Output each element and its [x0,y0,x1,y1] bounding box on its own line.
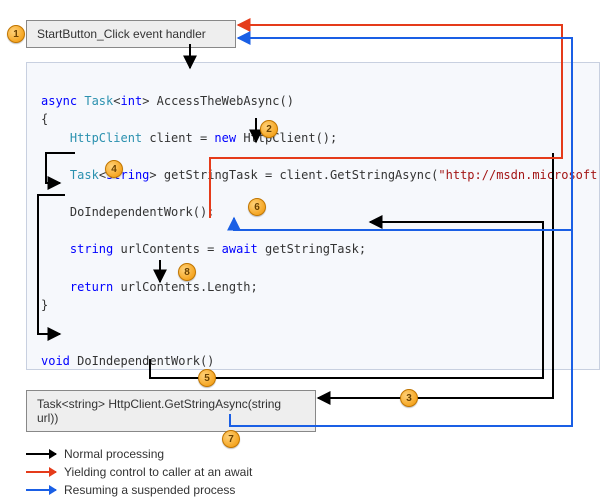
txt-doind: DoIndependentWork(); [70,205,215,219]
legend-normal-label: Normal processing [64,447,164,461]
str-url: "http://msdn.microsoft.com" [438,168,600,182]
legend-yield: Yielding control to caller at an await [26,465,252,479]
type-httpclient: HttpClient [70,131,142,145]
kw-await: await [222,242,258,256]
kw-async: async [41,94,77,108]
type-task2: Task [70,168,99,182]
txt-ctor: HttpClient(); [236,131,337,145]
legend-arrow-black [26,453,56,455]
txt-doindsig: DoIndependentWork() [70,354,215,368]
txt-getstring: getStringTask = client.GetStringAsync( [157,168,439,182]
legend-normal: Normal processing [26,447,252,461]
step-1: 1 [7,25,25,43]
legend-resume: Resuming a suspended process [26,483,252,497]
legend: Normal processing Yielding control to ca… [26,447,252,501]
txt-urlc: urlContents = [113,242,221,256]
txt-gs: getStringTask; [258,242,366,256]
sig-name: AccessTheWebAsync() [149,94,294,108]
legend-yield-label: Yielding control to caller at an await [64,465,252,479]
step-5: 5 [198,369,216,387]
start-button-handler-box: StartButton_Click event handler [26,20,236,48]
step-6: 6 [248,198,266,216]
legend-arrow-blue [26,489,56,491]
legend-arrow-red [26,471,56,473]
step-7: 7 [222,430,240,448]
step-4: 4 [105,160,123,178]
type-task: Task [84,94,113,108]
step-8: 8 [178,263,196,281]
step-2: 2 [260,120,278,138]
txt-clientvar: client = [142,131,214,145]
kw-int: int [121,94,143,108]
txt-retrest: urlContents.Length; [113,280,258,294]
legend-resume-label: Resuming a suspended process [64,483,235,497]
step-3: 3 [400,389,418,407]
kw-new: new [214,131,236,145]
code-block-main: async Task<int> AccessTheWebAsync() { Ht… [26,62,600,370]
kw-string2: string [70,242,113,256]
kw-void: void [41,354,70,368]
getstringasync-box: Task<string> HttpClient.GetStringAsync(s… [26,390,316,432]
kw-return: return [70,280,113,294]
